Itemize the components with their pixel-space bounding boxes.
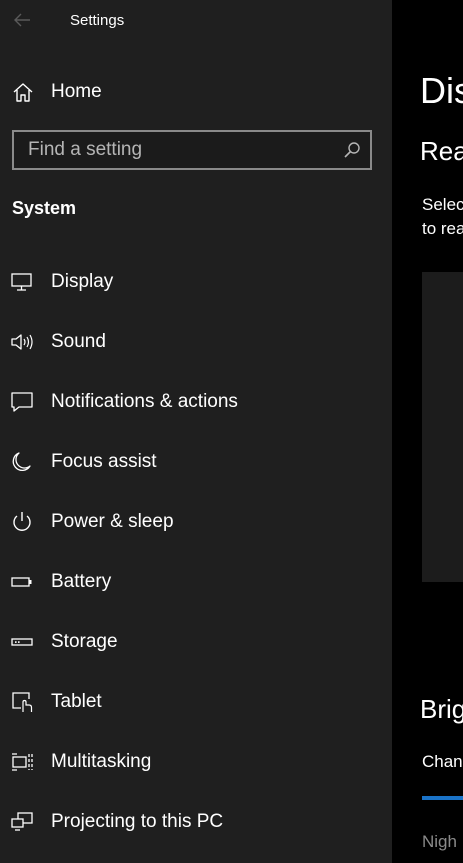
notifications-icon bbox=[10, 390, 34, 414]
page-title: Dis bbox=[420, 70, 463, 111]
monitor-arrangement-area[interactable] bbox=[422, 272, 463, 582]
back-arrow-icon bbox=[13, 13, 31, 27]
rearrange-heading: Rear bbox=[420, 136, 463, 166]
brightness-heading: Brig bbox=[420, 694, 463, 724]
sidebar: Settings Home System bbox=[0, 0, 392, 863]
sidebar-item-label: Tablet bbox=[51, 691, 102, 712]
storage-icon bbox=[10, 630, 34, 654]
sidebar-item-multitasking[interactable]: Multitasking bbox=[0, 732, 392, 792]
brightness-slider[interactable] bbox=[422, 796, 463, 800]
home-label: Home bbox=[51, 81, 102, 102]
sidebar-item-label: Battery bbox=[51, 571, 112, 592]
multitasking-icon bbox=[10, 750, 34, 774]
sidebar-item-label: Power & sleep bbox=[51, 511, 174, 532]
sidebar-item-projecting[interactable]: Projecting to this PC bbox=[0, 792, 392, 852]
search-icon[interactable] bbox=[342, 140, 362, 160]
home-icon bbox=[12, 81, 34, 103]
settings-window: Settings Home System bbox=[0, 0, 463, 863]
sound-icon bbox=[10, 330, 34, 354]
rearrange-description: Selec bbox=[422, 195, 463, 214]
sidebar-item-label: Display bbox=[51, 271, 114, 292]
sidebar-item-notifications[interactable]: Notifications & actions bbox=[0, 372, 392, 432]
projecting-icon bbox=[10, 810, 34, 834]
back-button[interactable] bbox=[6, 4, 38, 36]
search-input[interactable] bbox=[14, 132, 334, 168]
sidebar-item-power-sleep[interactable]: Power & sleep bbox=[0, 492, 392, 552]
home-nav-item[interactable]: Home bbox=[0, 72, 392, 112]
sidebar-item-label: Projecting to this PC bbox=[51, 811, 224, 832]
sidebar-item-tablet[interactable]: Tablet bbox=[0, 672, 392, 732]
night-light-label: Nigh bbox=[422, 832, 457, 851]
sidebar-item-sound[interactable]: Sound bbox=[0, 312, 392, 372]
sidebar-item-label: Sound bbox=[51, 331, 106, 352]
main-content: Dis Rear Selec to rea Brig Chan Nigh bbox=[392, 0, 463, 863]
battery-icon bbox=[10, 570, 34, 594]
brightness-label: Chan bbox=[422, 752, 463, 771]
section-heading-system: System bbox=[12, 198, 77, 218]
sidebar-item-label: Focus assist bbox=[51, 451, 157, 472]
sidebar-item-focus-assist[interactable]: Focus assist bbox=[0, 432, 392, 492]
system-nav-list: Display Sound Notifications & actions Fo… bbox=[0, 252, 392, 852]
sidebar-item-storage[interactable]: Storage bbox=[0, 612, 392, 672]
sidebar-item-label: Storage bbox=[51, 631, 118, 652]
sidebar-item-battery[interactable]: Battery bbox=[0, 552, 392, 612]
moon-icon bbox=[10, 450, 34, 474]
search-box[interactable] bbox=[12, 130, 372, 170]
sidebar-item-display[interactable]: Display bbox=[0, 252, 392, 312]
tablet-icon bbox=[10, 690, 34, 714]
sidebar-item-label: Notifications & actions bbox=[51, 391, 238, 412]
title-bar: Settings bbox=[0, 0, 392, 40]
app-title: Settings bbox=[70, 12, 125, 29]
sidebar-item-label: Multitasking bbox=[51, 751, 152, 772]
rearrange-description-line2: to rea bbox=[422, 219, 463, 238]
power-icon bbox=[10, 510, 34, 534]
display-icon bbox=[10, 270, 34, 294]
